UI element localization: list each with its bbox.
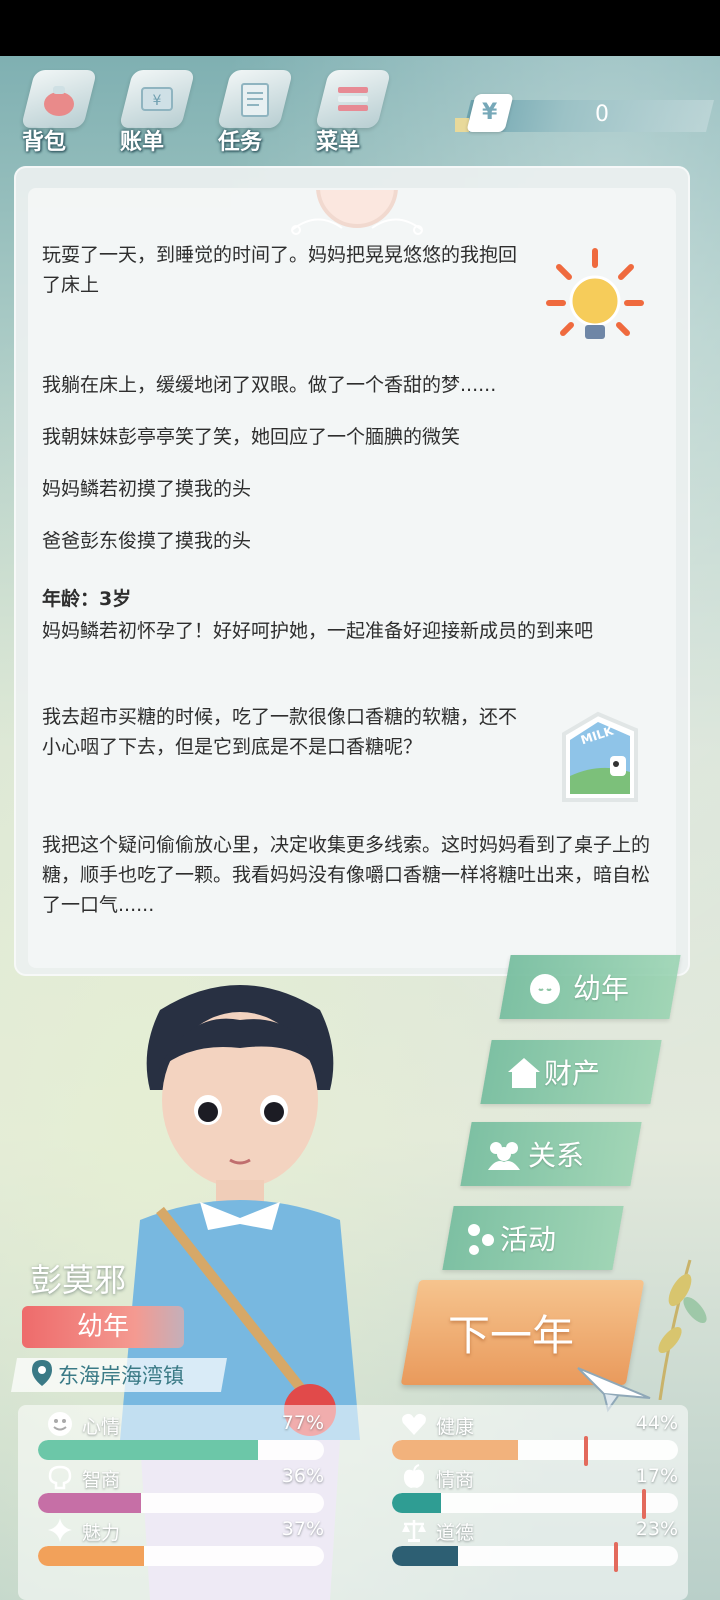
threshold-marker: [614, 1542, 618, 1572]
lightbulb-icon: [546, 248, 644, 339]
apple-icon: [403, 1464, 425, 1488]
story-line: 我朝妹妹彭亭亭笑了笑，她回应了一个腼腆的微笑: [42, 426, 461, 448]
stat-percent: 37%: [281, 1518, 324, 1540]
house-icon: [508, 1058, 540, 1088]
scale-icon: [402, 1520, 426, 1542]
stat-percent: 23%: [635, 1518, 678, 1540]
stat-morality: 道德 23%: [392, 1516, 678, 1572]
stat-fill: [392, 1493, 441, 1513]
stat-track: [392, 1440, 678, 1460]
story-line: 我去超市买糖的时候，吃了一款很像口香糖的软糖，还不小心咽了下去，但是它到底是不是…: [42, 706, 518, 758]
stat-label: 心情: [82, 1416, 121, 1438]
activities-button[interactable]: 活动: [442, 1206, 624, 1270]
smile-icon: [48, 1412, 72, 1436]
money-value: 0: [595, 102, 609, 127]
stat-charm: 魅力 37%: [38, 1516, 324, 1568]
story-line: 爸爸彭东俊摸了摸我的头: [42, 530, 252, 552]
story-line: 我躺在床上，缓缓地闭了双眼。做了一个香甜的梦......: [42, 374, 497, 396]
stat-track: [38, 1546, 324, 1566]
stat-fill: [392, 1546, 458, 1566]
stat-health: 健康 44%: [392, 1410, 678, 1466]
nav-task-button[interactable]: 任务: [206, 60, 296, 160]
heart-icon: [402, 1413, 426, 1435]
relations-button[interactable]: 关系: [460, 1122, 642, 1186]
stat-track: [38, 1493, 324, 1513]
stat-mood: 心情 77%: [38, 1410, 324, 1462]
activity-dots-icon: [468, 1224, 494, 1255]
threshold-marker: [642, 1489, 646, 1519]
relations-label: 关系: [528, 1139, 585, 1172]
threshold-marker: [584, 1436, 588, 1466]
baby-face-icon: [530, 974, 560, 1004]
next-year-label: 下一年: [448, 1311, 575, 1360]
activities-label: 活动: [500, 1223, 557, 1256]
stat-track: [392, 1546, 678, 1566]
stat-percent: 17%: [635, 1465, 678, 1487]
location-label: 东海岸海湾镇: [58, 1364, 184, 1388]
money-display: ¥ 0: [455, 94, 714, 134]
nav-bill-button[interactable]: ¥ 账单: [108, 60, 198, 160]
task-icon: [216, 70, 294, 128]
sparkle-icon: [48, 1518, 72, 1542]
menu-icon: [314, 70, 392, 128]
brain-icon: [48, 1465, 72, 1490]
stat-track: [392, 1493, 678, 1513]
stat-fill: [38, 1493, 141, 1513]
youth-button[interactable]: 幼年: [499, 955, 681, 1019]
stat-iq: 智商 36%: [38, 1463, 324, 1515]
stat-percent: 36%: [281, 1465, 324, 1487]
people-icon: [488, 1142, 520, 1170]
stat-label: 道德: [436, 1522, 475, 1544]
nav-menu-button[interactable]: 菜单: [304, 60, 394, 160]
stat-label: 智商: [82, 1469, 121, 1491]
life-stage-badge: 幼年: [22, 1306, 184, 1348]
player-name: 彭莫邪: [30, 1261, 127, 1299]
age-label: 年龄：3岁: [42, 588, 132, 610]
story-line: 妈妈鳞若初摸了摸我的头: [42, 478, 252, 500]
story-line: 我把这个疑问偷偷放心里，决定收集更多线索。这时妈妈看到了桌子上的糖，顺手也吃了一…: [42, 834, 651, 916]
top-nav: 背包 ¥ 账单 任务 菜单: [10, 60, 430, 160]
story-line: 妈妈鳞若初怀孕了！好好呵护她，一起准备好迎接新成员的到来吧: [42, 620, 594, 642]
stat-label: 魅力: [82, 1522, 121, 1544]
nav-bag-button[interactable]: 背包: [10, 60, 100, 160]
story-line: 玩耍了一天，到睡觉的时间了。妈妈把晃晃悠悠的我抱回了床上: [42, 244, 518, 296]
nav-menu-label: 菜单: [316, 130, 361, 155]
stat-fill: [392, 1440, 518, 1460]
milk-carton-sticker: MILK: [550, 706, 646, 808]
stat-percent: 44%: [635, 1412, 678, 1434]
assets-button[interactable]: 财产: [480, 1040, 662, 1104]
stat-label: 情商: [436, 1469, 475, 1491]
ornament-swirl: [291, 218, 423, 235]
nav-task-label: 任务: [218, 130, 263, 155]
stat-percent: 77%: [281, 1412, 324, 1434]
svg-text:¥: ¥: [153, 93, 162, 109]
youth-label: 幼年: [573, 972, 630, 1005]
stat-fill: [38, 1440, 259, 1460]
stat-eq: 情商 17%: [392, 1463, 678, 1519]
stat-fill: [38, 1546, 144, 1566]
assets-label: 财产: [544, 1057, 601, 1090]
bill-icon: ¥: [118, 70, 196, 128]
stat-label: 健康: [436, 1416, 475, 1438]
stat-track: [38, 1440, 324, 1460]
nav-bag-label: 背包: [22, 130, 67, 155]
bag-icon: [20, 70, 98, 128]
nav-bill-label: 账单: [120, 130, 165, 155]
status-bar: [0, 0, 720, 56]
location-pin-icon: [32, 1360, 52, 1386]
